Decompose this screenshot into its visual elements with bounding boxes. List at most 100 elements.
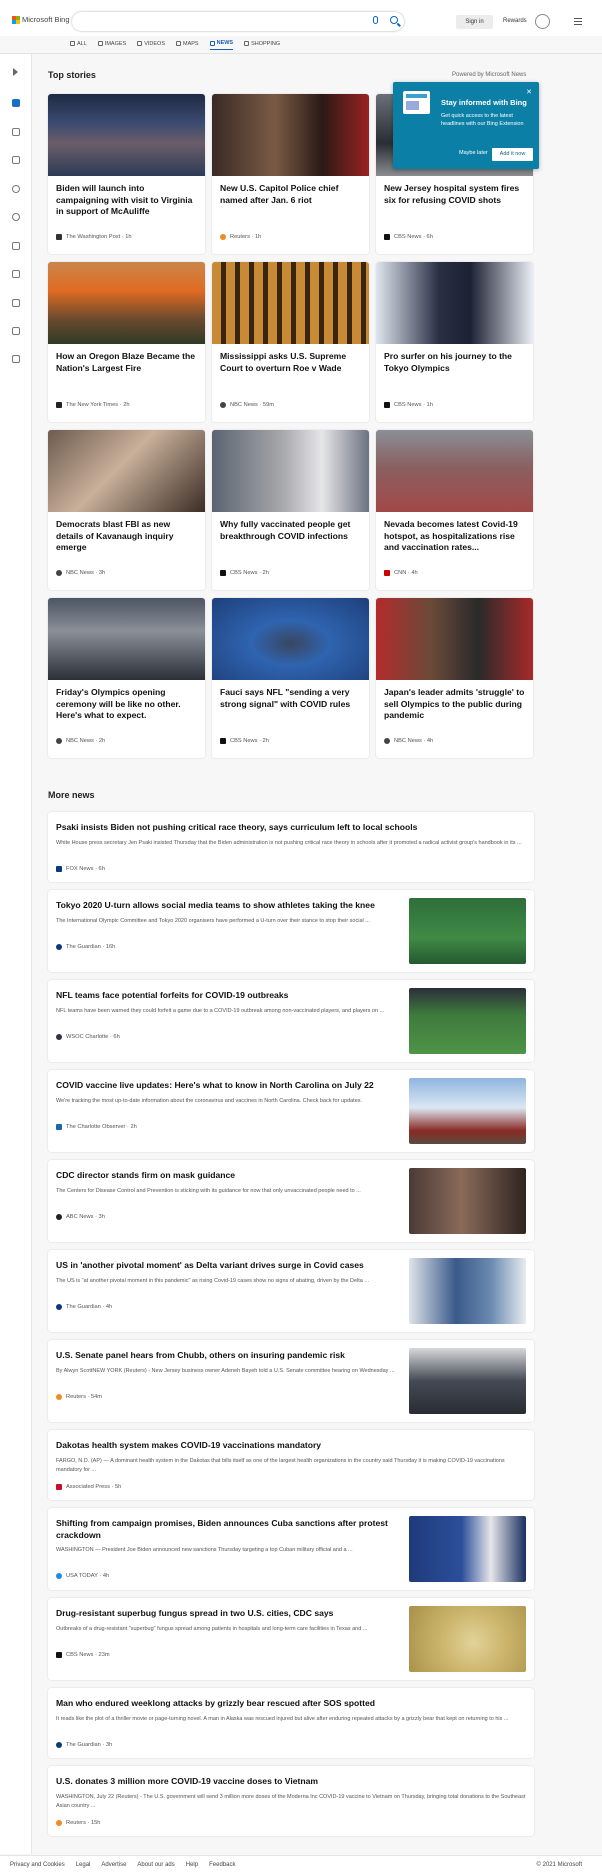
story-card[interactable]: Japan's leader admits 'struggle' to sell…	[376, 598, 533, 758]
news-source: ABC News · 3h	[56, 1214, 105, 1220]
story-source: NBC News · 2h	[56, 738, 105, 744]
news-item[interactable]: Drug-resistant superbug fungus spread in…	[48, 1598, 534, 1680]
story-card[interactable]: Nevada becomes latest Covid-19 hotspot, …	[376, 430, 533, 590]
shopping-bag-icon	[244, 41, 250, 46]
trending-icon[interactable]	[11, 127, 21, 137]
search-icon[interactable]	[390, 16, 398, 24]
story-card[interactable]: Fauci says NFL "sending a very strong si…	[212, 598, 369, 758]
news-icon	[209, 40, 215, 46]
story-card[interactable]: Democrats blast FBI as new details of Ka…	[48, 430, 205, 590]
business-icon[interactable]	[11, 326, 21, 336]
story-card[interactable]: Pro surfer on his journey to the Tokyo O…	[376, 262, 533, 422]
publisher-logo-icon	[56, 1394, 62, 1400]
story-card[interactable]: Friday's Olympics opening ceremony will …	[48, 598, 205, 758]
rewards-label[interactable]: Rewards	[503, 18, 527, 24]
us-flag-icon[interactable]	[11, 155, 21, 165]
rewards-trophy-icon[interactable]	[535, 14, 550, 29]
sign-in-button[interactable]: Sign in	[456, 15, 493, 29]
tab-news[interactable]: NEWS	[209, 40, 234, 50]
popup-title: Stay informed with Bing	[441, 98, 527, 107]
story-source: CBS News · 2h	[220, 738, 269, 744]
search-icon	[70, 41, 75, 46]
world-globe-icon[interactable]	[11, 212, 21, 222]
news-item[interactable]: U.S. Senate panel hears from Chubb, othe…	[48, 1340, 534, 1422]
politics-icon[interactable]	[11, 241, 21, 251]
story-source: CBS News · 2h	[220, 570, 269, 576]
story-title: Friday's Olympics opening ceremony will …	[56, 687, 181, 721]
news-item[interactable]: NFL teams face potential forfeits for CO…	[48, 980, 534, 1062]
tab-shopping[interactable]: SHOPPING	[244, 40, 280, 50]
publisher-logo-icon	[220, 402, 226, 408]
news-desc: WASHINGTON, July 22 (Reuters) - The U.S.…	[56, 1794, 526, 1809]
publisher-logo-icon	[56, 234, 62, 240]
footer-link-feedback[interactable]: Feedback	[209, 1862, 235, 1868]
news-item[interactable]: Man who endured weeklong attacks by griz…	[48, 1688, 534, 1758]
maybe-later-button[interactable]: Maybe later	[459, 150, 488, 156]
close-icon[interactable]: ✕	[526, 88, 532, 96]
news-item[interactable]: Dakotas health system makes COVID-19 vac…	[48, 1430, 534, 1500]
news-item[interactable]: US in 'another pivotal moment' as Delta …	[48, 1250, 534, 1332]
footer-link-help[interactable]: Help	[186, 1862, 198, 1868]
story-card[interactable]: Why fully vaccinated people get breakthr…	[212, 430, 369, 590]
story-source: Reuters · 1h	[220, 234, 261, 240]
news-desc: FARGO, N.D. (AP) — A dominant health sys…	[56, 1458, 505, 1473]
tab-videos[interactable]: VIDEOS	[137, 40, 165, 50]
story-image	[212, 94, 369, 176]
publisher-logo-icon	[56, 570, 62, 576]
publisher-logo-icon	[384, 402, 390, 408]
news-desc: White House press secretary Jen Psaki in…	[56, 840, 522, 846]
news-sidebar	[0, 54, 32, 1854]
footer-link-legal[interactable]: Legal	[76, 1862, 91, 1868]
story-title: New Jersey hospital system fires six for…	[384, 183, 520, 205]
news-item[interactable]: COVID vaccine live updates: Here's what …	[48, 1070, 534, 1152]
story-image	[48, 94, 205, 176]
search-input[interactable]	[72, 12, 404, 31]
story-title: Japan's leader admits 'struggle' to sell…	[384, 687, 525, 721]
bing-logo[interactable]: Microsoft Bing	[12, 15, 70, 24]
entertainment-icon[interactable]	[11, 298, 21, 308]
news-title: CDC director stands firm on mask guidanc…	[56, 1170, 236, 1180]
publisher-logo-icon	[384, 234, 390, 240]
publisher-logo-icon	[56, 1214, 62, 1220]
tab-all[interactable]: ALL	[70, 40, 87, 50]
hamburger-menu-icon[interactable]	[574, 18, 582, 27]
story-title: Why fully vaccinated people get breakthr…	[220, 519, 351, 541]
footer-link-about-ads[interactable]: About our ads	[137, 1862, 174, 1868]
story-title: Pro surfer on his journey to the Tokyo O…	[384, 351, 512, 373]
news-item[interactable]: Psaki insists Biden not pushing critical…	[48, 812, 534, 882]
add-it-now-button[interactable]: Add it now	[492, 148, 533, 161]
home-icon[interactable]	[11, 98, 21, 108]
story-card[interactable]: New U.S. Capitol Police chief named afte…	[212, 94, 369, 254]
expand-sidebar-button[interactable]	[11, 67, 21, 77]
publisher-logo-icon	[56, 866, 62, 872]
news-item[interactable]: Shifting from campaign promises, Biden a…	[48, 1508, 534, 1590]
news-source: The Charlotte Observer · 2h	[56, 1124, 137, 1130]
local-pin-icon[interactable]	[11, 184, 21, 194]
story-card[interactable]: Biden will launch into campaigning with …	[48, 94, 205, 254]
science-rocket-icon[interactable]	[11, 269, 21, 279]
story-title: Biden will launch into campaigning with …	[56, 183, 193, 217]
microphone-icon[interactable]	[373, 16, 378, 24]
tab-images[interactable]: IMAGES	[97, 40, 126, 50]
story-card[interactable]: How an Oregon Blaze Became the Nation's …	[48, 262, 205, 422]
sports-icon[interactable]	[11, 354, 21, 364]
news-item[interactable]: Tokyo 2020 U-turn allows social media te…	[48, 890, 534, 972]
news-desc: We're tracking the most up-to-date infor…	[56, 1098, 363, 1104]
news-item[interactable]: U.S. donates 3 million more COVID-19 vac…	[48, 1766, 534, 1836]
news-desc: The International Olympic Committee and …	[56, 918, 370, 924]
publisher-logo-icon	[220, 570, 226, 576]
story-title: Nevada becomes latest Covid-19 hotspot, …	[384, 519, 518, 553]
header-divider	[0, 53, 602, 54]
story-card[interactable]: Mississippi asks U.S. Supreme Court to o…	[212, 262, 369, 422]
news-thumbnail	[409, 1078, 526, 1144]
publisher-logo-icon	[56, 1304, 62, 1310]
powered-by-label[interactable]: Powered by Microsoft News	[452, 72, 526, 78]
tab-maps[interactable]: MAPS	[176, 40, 199, 50]
news-title: Tokyo 2020 U-turn allows social media te…	[56, 900, 375, 910]
news-item[interactable]: CDC director stands firm on mask guidanc…	[48, 1160, 534, 1242]
footer-link-privacy[interactable]: Privacy and Cookies	[10, 1862, 65, 1868]
footer-link-advertise[interactable]: Advertise	[101, 1862, 126, 1868]
publisher-logo-icon	[384, 738, 390, 744]
news-source: Reuters · 54m	[56, 1394, 102, 1400]
header: Microsoft Bing Sign in Rewards	[0, 0, 602, 36]
